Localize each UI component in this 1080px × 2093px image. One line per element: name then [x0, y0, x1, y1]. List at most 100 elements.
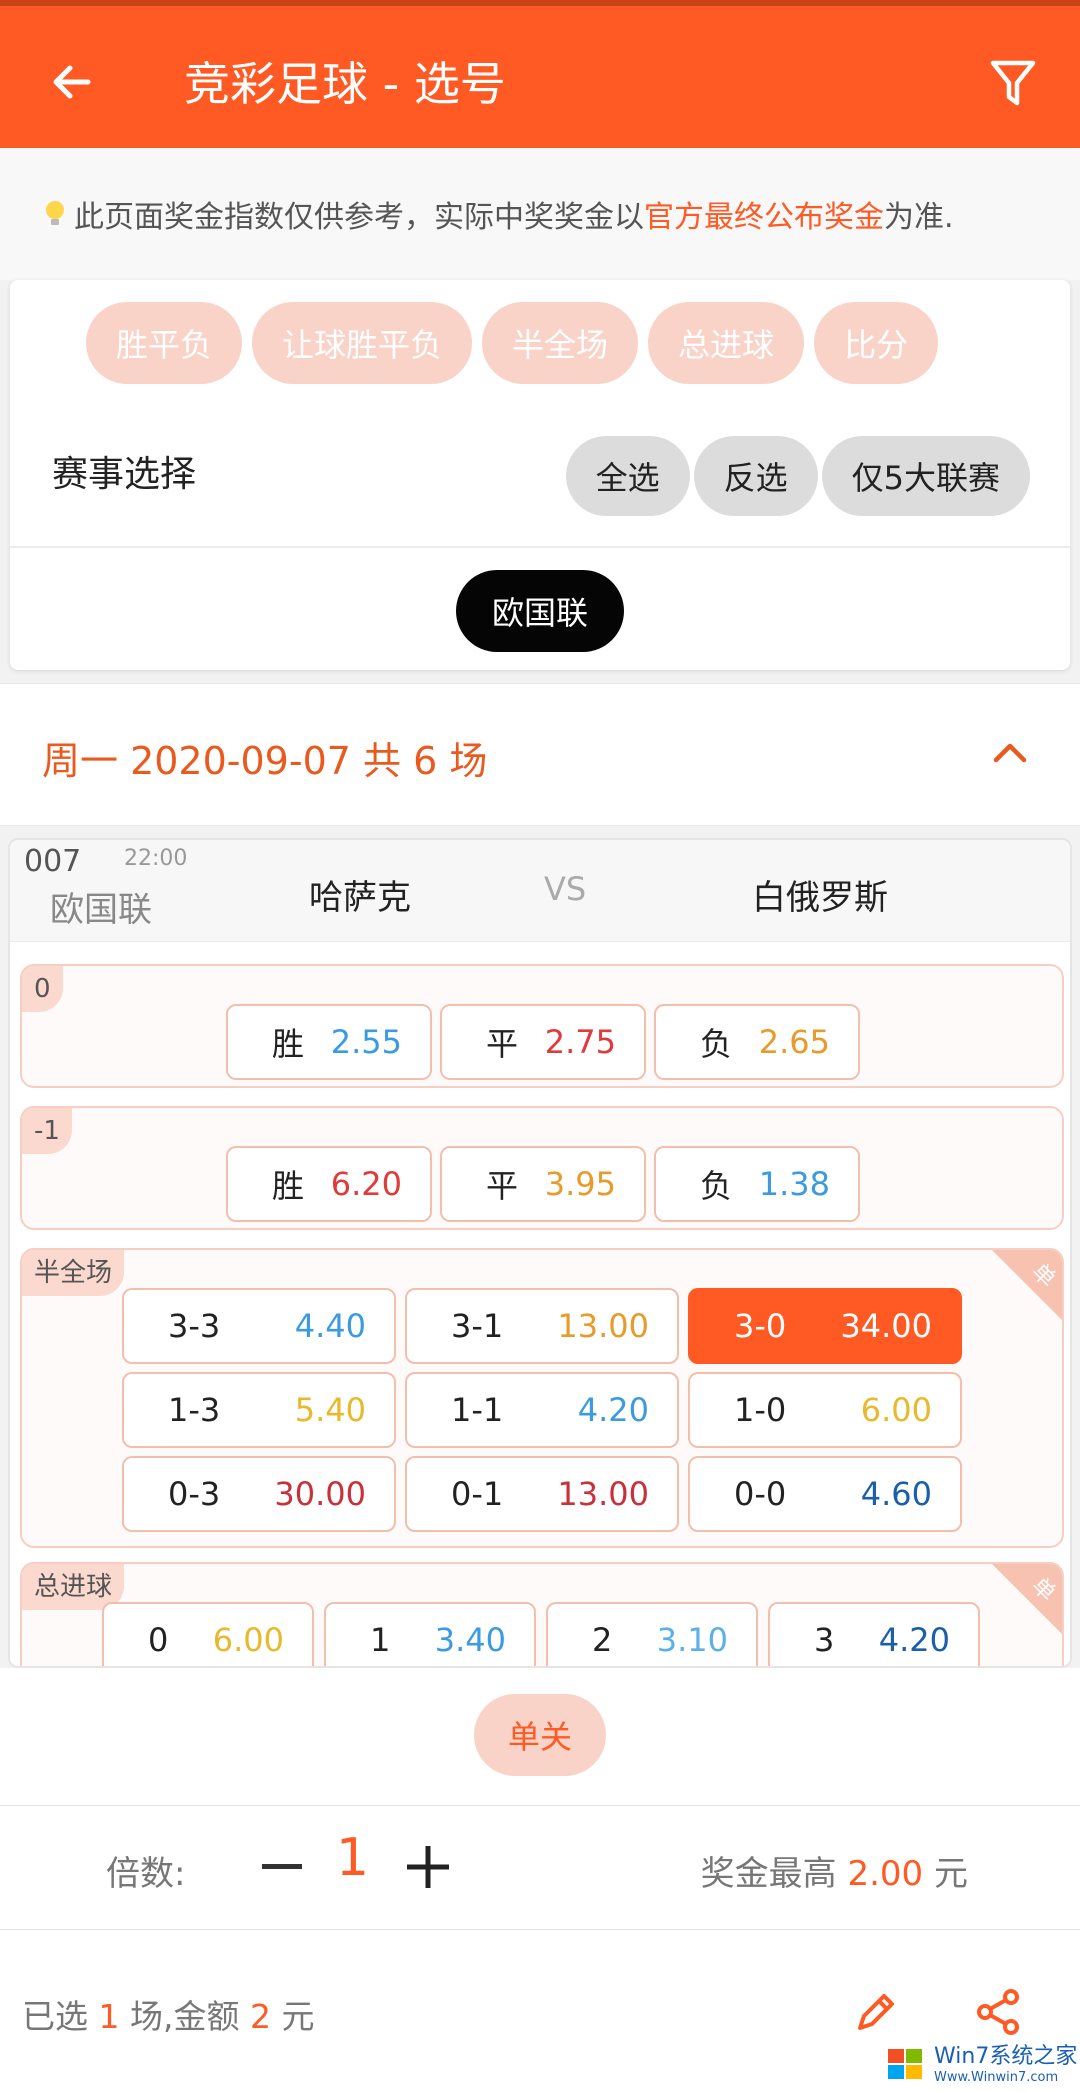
- odd-value: 13.00: [557, 1307, 649, 1345]
- spf-block: 0 胜 2.55 平 2.75 负 2.65: [20, 964, 1064, 1088]
- notice-banner: 此页面奖金指数仅供参考，实际中奖奖金以 官方最终公布奖金 为准.: [0, 148, 1080, 280]
- prize-value: 2.00: [847, 1854, 924, 1894]
- match-league: 欧国联: [50, 890, 152, 930]
- pencil-icon: [858, 1994, 894, 2030]
- odd-zjq-1[interactable]: 1 3.40: [324, 1602, 536, 1666]
- odd-label: 0-3: [168, 1475, 221, 1513]
- single-badge: 单: [992, 1564, 1062, 1634]
- league-chip[interactable]: 欧国联: [456, 570, 624, 652]
- tab-zjq[interactable]: 总进球: [648, 302, 805, 384]
- odd-label: 3-1: [451, 1307, 504, 1345]
- rqspf-block: -1 胜 6.20 平 3.95 负 1.38: [20, 1106, 1064, 1230]
- plus-icon: [407, 1846, 449, 1888]
- lightbulb-icon: [44, 199, 66, 229]
- selection-buttons: 全选 反选 仅5大联赛: [565, 436, 1030, 516]
- odd-value: 3.10: [656, 1621, 728, 1659]
- summary-text: 已选: [22, 1997, 88, 2036]
- decrease-button[interactable]: [252, 1832, 312, 1902]
- collapse-button[interactable]: [980, 722, 1040, 782]
- prize-prefix: 奖金最高: [700, 1854, 837, 1894]
- multiplier-bar: 倍数: 1 奖金最高 2.00 元: [0, 1806, 1080, 1930]
- odd-bqc-1-1[interactable]: 1-1 4.20: [405, 1372, 679, 1448]
- odd-value: 2.65: [758, 1023, 830, 1061]
- invert-selection-button[interactable]: 反选: [693, 436, 818, 516]
- odd-label: 胜: [272, 1025, 305, 1063]
- odd-value: 13.00: [557, 1475, 649, 1513]
- page-title: 竞彩足球 - 选号: [184, 57, 506, 111]
- odd-bqc-3-0[interactable]: 3-0 34.00: [688, 1288, 962, 1364]
- match-select-label: 赛事选择: [52, 454, 197, 495]
- prize-unit: 元: [934, 1854, 968, 1894]
- notice-prefix: 此页面奖金指数仅供参考，实际中奖奖金以: [74, 200, 644, 235]
- odd-value: 4.20: [577, 1391, 649, 1429]
- date-label: 周一 2020-09-07 共 6 场: [42, 739, 488, 783]
- top5-leagues-button[interactable]: 仅5大联赛: [821, 436, 1030, 516]
- watermark-sub: Www.Winwin7.com: [934, 2070, 1059, 2085]
- odd-bqc-0-1[interactable]: 0-1 13.00: [405, 1456, 679, 1532]
- share-button[interactable]: [968, 1982, 1028, 2042]
- odd-value: 4.40: [294, 1307, 366, 1345]
- odd-rqspf-win[interactable]: 胜 6.20: [226, 1146, 432, 1222]
- match-time: 22:00: [124, 846, 188, 871]
- share-icon: [977, 1989, 1019, 2035]
- date-section-header[interactable]: 周一 2020-09-07 共 6 场: [0, 683, 1080, 826]
- odd-value: 2.75: [544, 1023, 616, 1061]
- odd-label: 0: [148, 1621, 169, 1659]
- single-pass-button[interactable]: 单关: [474, 1694, 606, 1776]
- odd-value: 4.60: [860, 1475, 932, 1513]
- odd-value: 3.40: [434, 1621, 506, 1659]
- select-all-button[interactable]: 全选: [565, 436, 690, 516]
- odd-label: 3: [814, 1621, 835, 1659]
- odd-rqspf-draw[interactable]: 平 3.95: [440, 1146, 646, 1222]
- tab-rqspf[interactable]: 让球胜平负: [252, 302, 473, 384]
- odd-bqc-3-1[interactable]: 3-1 13.00: [405, 1288, 679, 1364]
- odd-label: 1: [370, 1621, 391, 1659]
- odd-spf-lose[interactable]: 负 2.65: [654, 1004, 860, 1080]
- increase-button[interactable]: [398, 1832, 458, 1902]
- odd-label: 2: [592, 1621, 613, 1659]
- filter-card: 胜平负 让球胜平负 半全场 总进球 比分 赛事选择 全选 反选 仅5大联赛 欧国…: [10, 280, 1070, 670]
- bqc-block: 半全场 单 3-3 4.40 3-1 13.00 3-0 34.00 1-3 5.40 …: [20, 1248, 1064, 1548]
- zjq-block: 总进球 单 0 6.00 1 3.40 2 3.10 3 4.20: [20, 1562, 1064, 1666]
- odd-value: 6.00: [860, 1391, 932, 1429]
- multiplier-value[interactable]: 1: [336, 1828, 369, 1888]
- odd-zjq-0[interactable]: 0 6.00: [102, 1602, 314, 1666]
- play-tag: 半全场: [22, 1250, 125, 1296]
- selection-summary: 已选 1 场,金额 2 元: [22, 1990, 315, 2038]
- multiplier-label: 倍数:: [106, 1854, 186, 1894]
- odd-bqc-0-0[interactable]: 0-0 4.60: [688, 1456, 962, 1532]
- odd-bqc-0-3[interactable]: 0-3 30.00: [122, 1456, 396, 1532]
- back-arrow-icon: [53, 65, 91, 99]
- odd-value: 5.40: [294, 1391, 366, 1429]
- odd-value: 6.00: [212, 1621, 284, 1659]
- odd-spf-draw[interactable]: 平 2.75: [440, 1004, 646, 1080]
- edit-button[interactable]: [846, 1982, 906, 2042]
- match-header: 007 22:00 欧国联 哈萨克 VS 白俄罗斯: [10, 840, 1070, 942]
- single-pass-area: 单关: [0, 1668, 1080, 1806]
- back-button[interactable]: [36, 46, 108, 118]
- tab-bqc[interactable]: 半全场: [482, 302, 639, 384]
- selected-amount: 2: [250, 1997, 271, 2036]
- odd-bqc-1-3[interactable]: 1-3 5.40: [122, 1372, 396, 1448]
- odd-label: 平: [486, 1167, 519, 1205]
- odd-bqc-3-3[interactable]: 3-3 4.40: [122, 1288, 396, 1364]
- odd-bqc-1-0[interactable]: 1-0 6.00: [688, 1372, 962, 1448]
- vs-label: VS: [544, 870, 587, 908]
- odd-label: 0-0: [734, 1475, 787, 1513]
- tab-score[interactable]: 比分: [814, 302, 939, 384]
- odd-label: 负: [700, 1025, 733, 1063]
- filter-button[interactable]: [978, 48, 1048, 118]
- windows-logo-icon: [888, 2048, 922, 2079]
- odd-rqspf-lose[interactable]: 负 1.38: [654, 1146, 860, 1222]
- odd-value: 30.00: [274, 1475, 366, 1513]
- play-type-tabs: 胜平负 让球胜平负 半全场 总进球 比分: [86, 302, 939, 384]
- watermark: Win7系统之家 Www.Winwin7.com: [884, 2036, 1080, 2093]
- notice-suffix: 为准.: [884, 200, 954, 235]
- odd-zjq-2[interactable]: 2 3.10: [546, 1602, 758, 1666]
- home-team: 哈萨克: [309, 878, 411, 918]
- tab-spf[interactable]: 胜平负: [86, 302, 243, 384]
- summary-text: 场,金额: [130, 1997, 240, 2036]
- odd-zjq-3[interactable]: 3 4.20: [768, 1602, 980, 1666]
- odd-spf-win[interactable]: 胜 2.55: [226, 1004, 432, 1080]
- odd-label: 0-1: [451, 1475, 504, 1513]
